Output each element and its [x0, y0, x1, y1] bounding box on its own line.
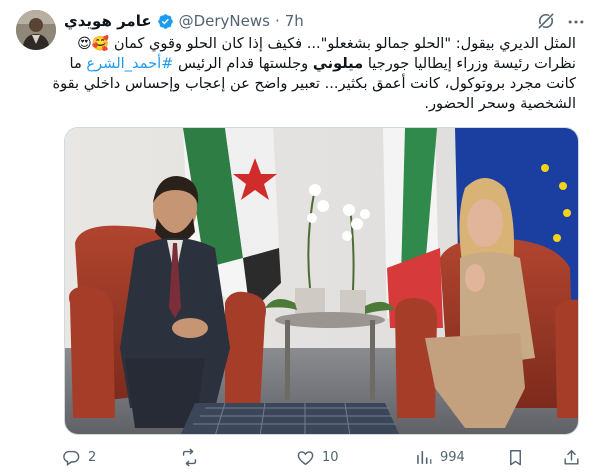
author-name[interactable]: عامر هويدي — [64, 12, 152, 30]
tweet-photo[interactable] — [64, 127, 579, 435]
verified-badge-icon — [157, 13, 173, 29]
tweet-header: عامر هويدي @DeryNews · 7h — [64, 10, 304, 32]
avatar[interactable] — [16, 10, 56, 50]
tweet-text: المثل الديري بيقول: "الحلو جمالو بشغعلو"… — [52, 34, 576, 114]
bold-name: ميلوني — [312, 55, 364, 72]
views-button[interactable]: 994 — [414, 448, 465, 467]
author-handle[interactable]: @DeryNews — [179, 12, 270, 30]
reply-button[interactable]: 2 — [62, 448, 96, 467]
share-button[interactable] — [562, 448, 581, 467]
timestamp[interactable]: 7h — [285, 12, 304, 30]
tweet-line-2-mid: وجلستها قدام الرئيس — [178, 55, 309, 72]
views-icon — [417, 451, 432, 464]
action-bar: 2 10 994 — [62, 448, 582, 470]
reply-icon — [63, 450, 80, 466]
bookmark-icon — [510, 450, 521, 466]
tweet-line-4: الشخصية وسحر الحضور. — [424, 95, 576, 112]
emoji: 🥰😍 — [77, 36, 110, 52]
views-count: 994 — [440, 450, 465, 465]
tweet-line-2: نظرات رئيسة وزراء إيطاليا جورجيا ميلوني … — [64, 54, 576, 74]
reply-count: 2 — [88, 450, 97, 465]
separator-dot: · — [274, 12, 280, 30]
grok-icon[interactable] — [536, 11, 556, 31]
tweet-line-2-end: ما — [69, 55, 82, 72]
tweet-line-1-text: المثل الديري بيقول: "الحلو جمالو بشغعلو"… — [113, 35, 576, 52]
like-icon — [297, 451, 314, 466]
share-icon — [564, 450, 579, 465]
bookmark-button[interactable] — [506, 448, 525, 467]
repost-icon — [182, 448, 197, 467]
more-icon[interactable] — [566, 12, 586, 32]
tweet[interactable]: عامر هويدي @DeryNews · 7h المثل الديري ب… — [0, 0, 604, 472]
repost-button[interactable] — [180, 448, 206, 467]
tweet-line-3: كانت مجرد بروتوكول، كانت أعمق بكثير... ت… — [52, 75, 576, 92]
like-count: 10 — [322, 450, 339, 465]
like-button[interactable]: 10 — [296, 448, 339, 467]
tweet-line-2-text: نظرات رئيسة وزراء إيطاليا جورجيا — [367, 55, 576, 72]
hashtag-link[interactable]: #أحمد_الشرع — [86, 55, 173, 72]
tweet-line-1: المثل الديري بيقول: "الحلو جمالو بشغعلو"… — [64, 34, 576, 54]
